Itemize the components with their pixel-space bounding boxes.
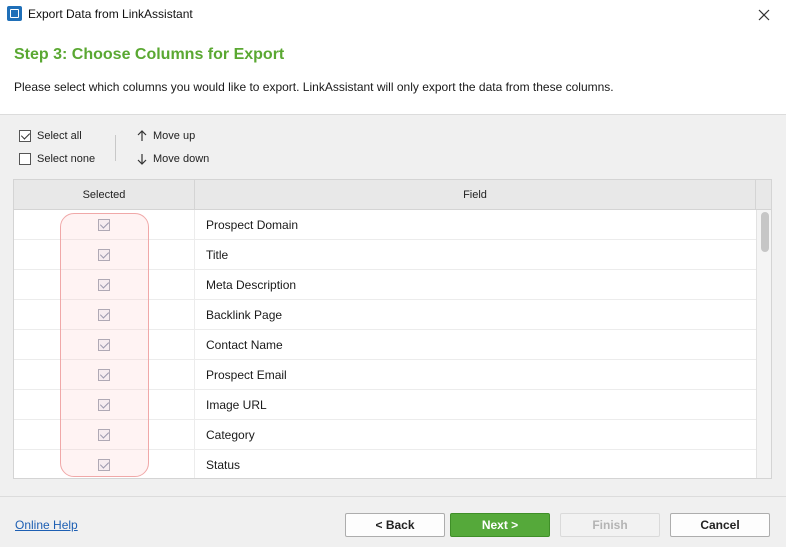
move-down-button[interactable]: Move down bbox=[137, 153, 209, 165]
field-name: Title bbox=[206, 248, 229, 262]
field-name: Contact Name bbox=[206, 338, 283, 352]
grid-header: Selected Field bbox=[14, 180, 771, 210]
table-row[interactable]: Prospect Domain bbox=[14, 210, 756, 240]
field-name: Prospect Domain bbox=[206, 218, 299, 232]
column-header-field[interactable]: Field bbox=[195, 180, 756, 210]
row-checkbox[interactable] bbox=[98, 309, 110, 321]
row-checkbox[interactable] bbox=[98, 369, 110, 381]
selected-cell bbox=[14, 210, 195, 240]
field-name: Meta Description bbox=[206, 278, 297, 292]
row-checkbox[interactable] bbox=[98, 459, 110, 471]
field-name: Prospect Email bbox=[206, 368, 287, 382]
selected-cell bbox=[14, 300, 195, 330]
move-up-label: Move up bbox=[153, 130, 196, 142]
select-none-checkbox[interactable] bbox=[19, 153, 31, 165]
close-icon bbox=[758, 9, 770, 20]
selected-cell bbox=[14, 270, 195, 300]
column-toolbar: Select all Select none Move up Move down bbox=[0, 116, 786, 178]
step-title: Step 3: Choose Columns for Export bbox=[14, 46, 285, 63]
scrollbar-thumb[interactable] bbox=[761, 212, 769, 252]
arrow-up-icon bbox=[137, 130, 147, 141]
table-row[interactable]: Status bbox=[14, 450, 756, 478]
row-checkbox[interactable] bbox=[98, 429, 110, 441]
select-none-option[interactable]: Select none bbox=[19, 153, 95, 165]
arrow-down-icon bbox=[137, 154, 147, 165]
selected-cell bbox=[14, 360, 195, 390]
cancel-button[interactable]: Cancel bbox=[670, 513, 770, 537]
row-checkbox[interactable] bbox=[98, 249, 110, 261]
selected-cell bbox=[14, 240, 195, 270]
close-button[interactable] bbox=[742, 0, 786, 29]
grid-vertical-scrollbar[interactable] bbox=[756, 210, 771, 478]
table-row[interactable]: Prospect Email bbox=[14, 360, 756, 390]
table-row[interactable]: Backlink Page bbox=[14, 300, 756, 330]
table-row[interactable]: Image URL bbox=[14, 390, 756, 420]
select-all-checkbox[interactable] bbox=[19, 130, 31, 142]
table-row[interactable]: Category bbox=[14, 420, 756, 450]
grid-rows: Prospect Domain Title Meta Description Back… bbox=[14, 210, 756, 478]
online-help-link[interactable]: Online Help bbox=[15, 518, 78, 532]
row-checkbox[interactable] bbox=[98, 339, 110, 351]
selected-cell bbox=[14, 420, 195, 450]
linkassistant-app-icon bbox=[7, 6, 22, 21]
move-up-button[interactable]: Move up bbox=[137, 130, 195, 142]
select-all-option[interactable]: Select all bbox=[19, 130, 82, 142]
select-all-label: Select all bbox=[37, 130, 82, 142]
finish-button: Finish bbox=[560, 513, 660, 537]
field-name: Category bbox=[206, 428, 255, 442]
back-button[interactable]: < Back bbox=[345, 513, 445, 537]
table-row[interactable]: Title bbox=[14, 240, 756, 270]
field-name: Status bbox=[206, 458, 241, 472]
table-row[interactable]: Contact Name bbox=[14, 330, 756, 360]
field-name: Backlink Page bbox=[206, 308, 283, 322]
column-header-selected[interactable]: Selected bbox=[14, 180, 195, 210]
row-checkbox[interactable] bbox=[98, 399, 110, 411]
toolbar-divider bbox=[115, 135, 116, 161]
title-bar: Export Data from LinkAssistant bbox=[0, 0, 786, 29]
wizard-header: Step 3: Choose Columns for Export Please… bbox=[0, 29, 786, 115]
move-down-label: Move down bbox=[153, 153, 210, 165]
columns-grid: Selected Field Prospect Domain Title Meta … bbox=[13, 179, 772, 479]
selected-cell bbox=[14, 450, 195, 478]
selected-cell bbox=[14, 390, 195, 420]
table-row[interactable]: Meta Description bbox=[14, 270, 756, 300]
select-none-label: Select none bbox=[37, 153, 96, 165]
step-description: Please select which columns you would li… bbox=[14, 80, 614, 94]
window-title: Export Data from LinkAssistant bbox=[28, 7, 193, 21]
row-checkbox[interactable] bbox=[98, 279, 110, 291]
row-checkbox[interactable] bbox=[98, 219, 110, 231]
selected-cell bbox=[14, 330, 195, 360]
wizard-footer: Online Help < Back Next > Finish Cancel bbox=[0, 496, 786, 547]
next-button[interactable]: Next > bbox=[450, 513, 550, 537]
field-name: Image URL bbox=[206, 398, 267, 412]
